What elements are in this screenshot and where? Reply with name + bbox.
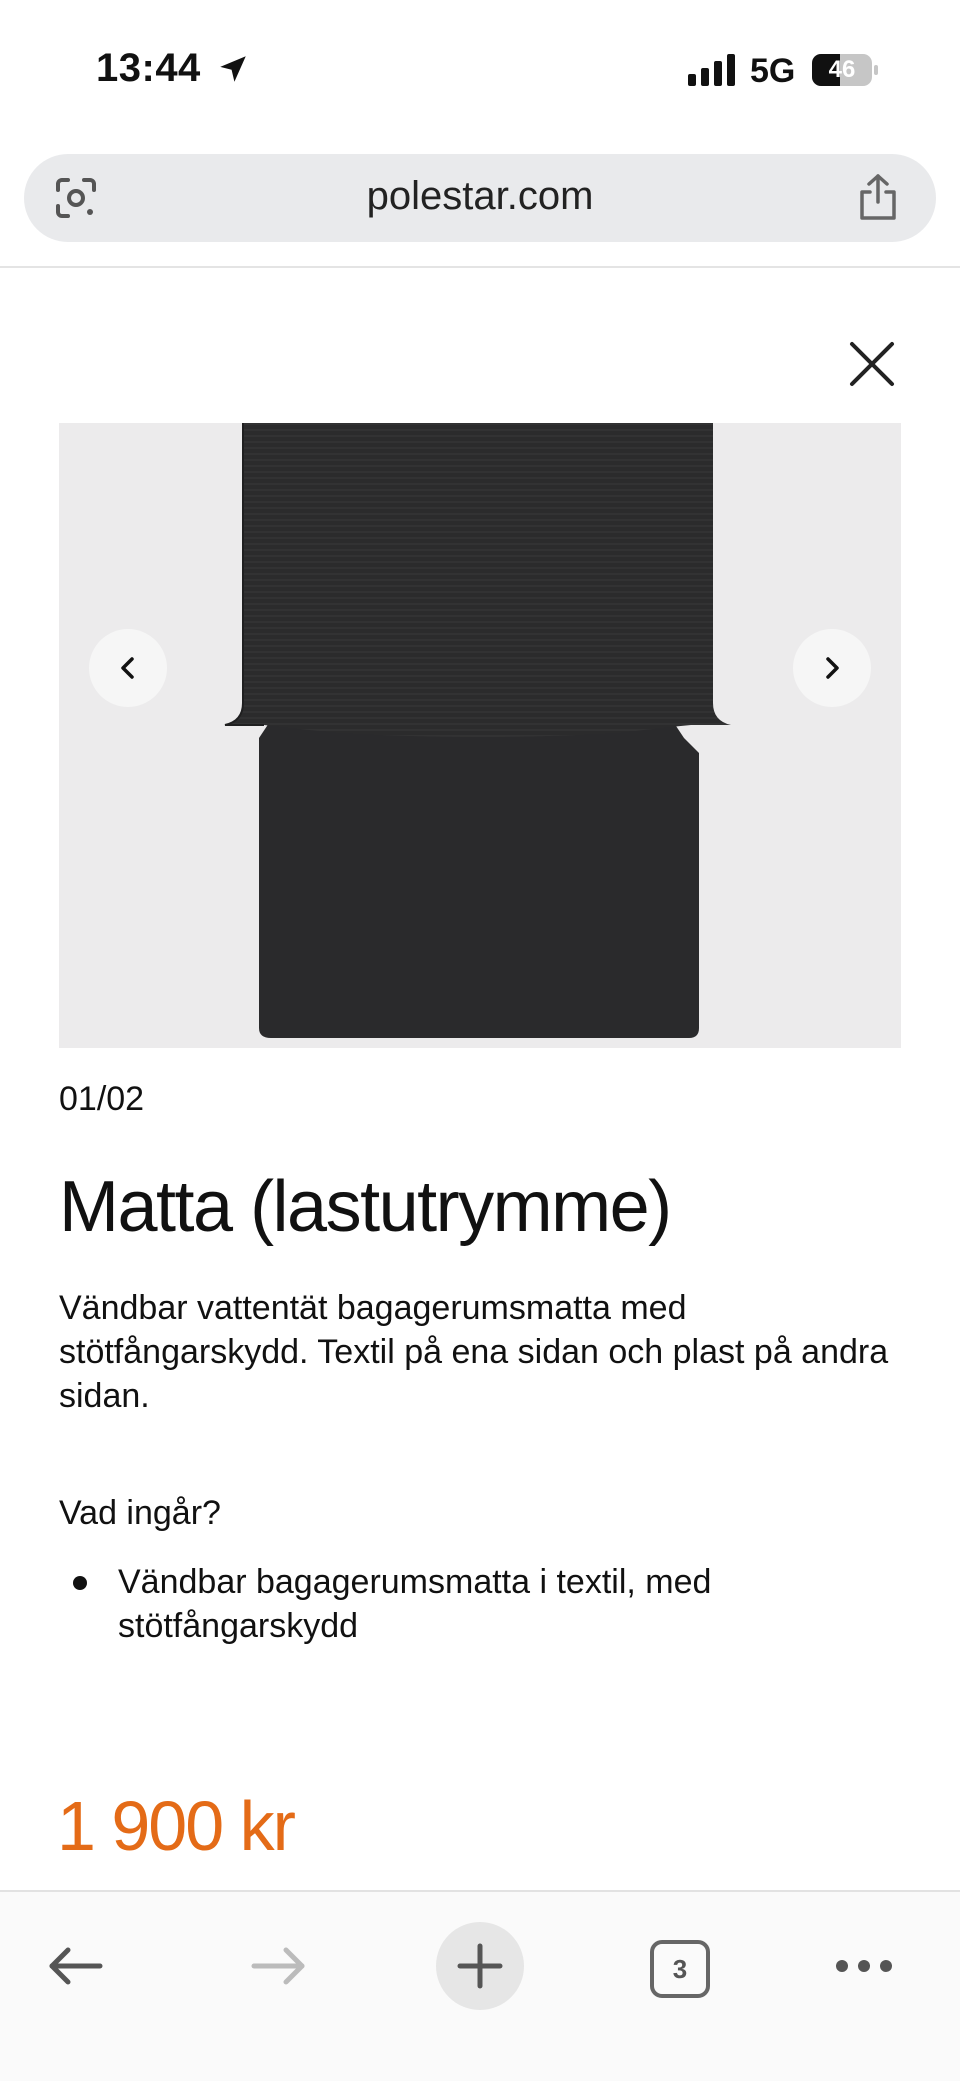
new-tab-button[interactable] (436, 1922, 524, 2010)
browser-toolbar: 3 (0, 1890, 960, 2081)
arrow-right-icon[interactable] (246, 1934, 310, 1998)
product-title: Matta (lastutrymme) (59, 1167, 672, 1247)
tabs-button[interactable]: 3 (650, 1940, 710, 1998)
battery-icon: 46 (812, 54, 878, 86)
list-item: Vändbar bagagerumsmatta i textil, med st… (59, 1560, 899, 1648)
image-counter: 01/02 (59, 1080, 145, 1118)
next-image-button[interactable] (793, 629, 871, 707)
product-price: 1 900 kr (57, 1787, 296, 1865)
arrow-left-icon[interactable] (44, 1934, 108, 1998)
chevron-left-icon (121, 657, 134, 679)
url-text[interactable]: polestar.com (24, 174, 936, 219)
included-list: Vändbar bagagerumsmatta i textil, med st… (59, 1560, 899, 1648)
plus-icon (457, 1943, 503, 1989)
product-description: Vändbar vattentät bagagerumsmatta med st… (59, 1289, 889, 1415)
battery-level: 46 (828, 56, 856, 83)
status-time: 13:44 (96, 46, 201, 90)
share-icon[interactable] (856, 172, 900, 222)
location-arrow-icon (220, 56, 246, 82)
signal-strength-icon (688, 54, 735, 86)
status-bar: 13:44 5G 46 (0, 0, 960, 140)
more-dots-icon[interactable] (834, 1954, 894, 1978)
chevron-right-icon (826, 657, 839, 679)
included-item-text: Vändbar bagagerumsmatta i textil, med st… (118, 1563, 712, 1645)
divider (0, 266, 960, 268)
included-heading: Vad ingår? (59, 1494, 221, 1532)
network-type: 5G (750, 52, 796, 90)
prev-image-button[interactable] (89, 629, 167, 707)
bullet (73, 1576, 87, 1590)
product-image-gallery[interactable] (59, 423, 901, 1048)
product-image (224, 423, 731, 1038)
address-bar[interactable]: polestar.com (24, 154, 936, 242)
close-icon[interactable] (846, 338, 898, 390)
